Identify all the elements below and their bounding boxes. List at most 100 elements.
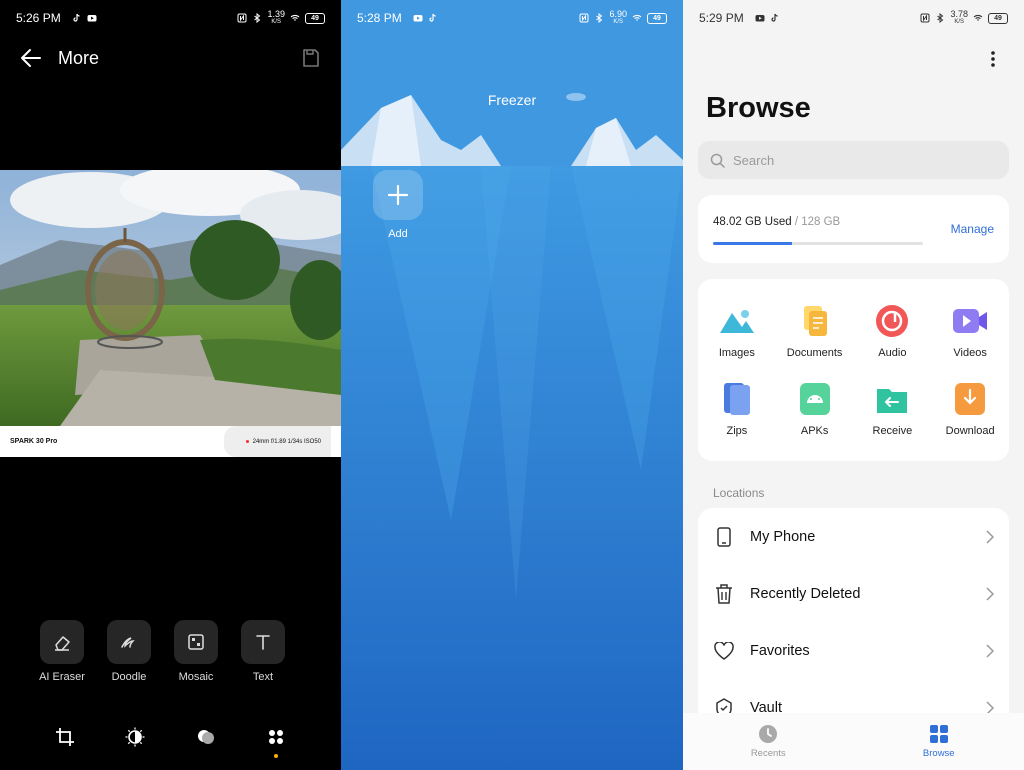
active-tab-dot — [273, 754, 278, 758]
category-audio[interactable]: Audio — [854, 303, 932, 359]
location-favorites[interactable]: Favorites — [698, 622, 1009, 679]
bluetooth-icon — [937, 13, 944, 23]
filter-icon — [197, 730, 214, 744]
chevron-right-icon — [986, 586, 994, 601]
network-speed: 6.90 K/S — [609, 9, 627, 26]
videos-icon — [953, 309, 988, 333]
more-icon — [268, 730, 283, 744]
clock-icon — [759, 725, 778, 743]
freezer-background — [341, 0, 683, 770]
category-images[interactable]: Images — [698, 303, 776, 359]
doodle-icon — [121, 637, 135, 648]
search-icon — [710, 153, 725, 168]
tab-filter[interactable] — [193, 724, 219, 750]
plus-icon — [387, 184, 409, 206]
wifi-icon — [290, 14, 300, 21]
nfc-icon — [920, 13, 930, 23]
page-title: More — [58, 47, 100, 68]
category-videos[interactable]: Videos — [931, 303, 1009, 359]
youtube-icon — [413, 15, 423, 22]
doodle-button[interactable] — [107, 620, 151, 664]
download-icon — [955, 383, 986, 415]
search-bar[interactable] — [698, 141, 1009, 179]
tab-crop[interactable] — [52, 724, 78, 750]
battery-icon: 49 — [988, 12, 1008, 24]
adjust-icon — [125, 727, 145, 747]
tool-mosaic[interactable]: Mosaic — [174, 620, 218, 683]
add-button[interactable] — [373, 170, 423, 220]
text-button[interactable] — [241, 620, 285, 664]
status-time: 5:26 PM — [16, 11, 61, 25]
status-bar: 5:26 PM 1.39 K/S 49 — [0, 0, 341, 36]
manage-link[interactable]: Manage — [951, 222, 994, 236]
wifi-icon — [632, 14, 642, 21]
red-dot-icon — [245, 440, 249, 443]
save-icon[interactable] — [301, 48, 321, 68]
network-speed: 1.39 K/S — [267, 9, 285, 26]
wifi-icon — [973, 14, 983, 21]
files-browse-screen: 5:29 PM 3.78 K/S 49 Browse 48.02 GB Used… — [683, 0, 1024, 770]
tool-text[interactable]: Text — [241, 620, 285, 683]
nav-recents[interactable]: Recents — [683, 713, 854, 770]
watermark-meta: 24mm f/1.89 1/34s ISO50 — [223, 426, 331, 457]
photo-watermark: SPARK 30 Pro 24mm f/1.89 1/34s ISO50 — [0, 426, 341, 457]
overflow-menu-icon[interactable] — [990, 50, 996, 68]
battery-icon: 49 — [647, 12, 667, 24]
edited-photo[interactable] — [0, 170, 341, 426]
bottom-navigation: Recents Browse — [683, 713, 1024, 770]
locations-header: Locations — [713, 486, 765, 500]
tiktok-icon — [73, 13, 80, 22]
tool-label: Doodle — [111, 671, 147, 683]
bluetooth-icon — [596, 13, 603, 23]
tiktok-icon — [429, 13, 436, 22]
tool-doodle[interactable]: Doodle — [107, 620, 151, 683]
location-my-phone[interactable]: My Phone — [698, 508, 1009, 565]
add-app-tile[interactable]: Add — [373, 170, 423, 240]
edit-tools: AI Eraser Doodle Mosaic Text — [39, 620, 285, 683]
tiktok-icon — [771, 13, 778, 22]
editor-header: More — [0, 36, 341, 80]
grid-icon — [929, 725, 948, 743]
freezer-screen: 5:28 PM 6.90 K/S 49 Freezer Add — [341, 0, 683, 770]
category-apks[interactable]: APKs — [776, 381, 854, 437]
category-receive[interactable]: Receive — [854, 381, 932, 437]
tool-ai-eraser[interactable]: AI Eraser — [39, 620, 85, 683]
mosaic-icon — [188, 634, 204, 650]
images-icon — [719, 310, 754, 333]
zips-icon — [723, 383, 750, 415]
page-title: Browse — [706, 92, 811, 124]
storage-card[interactable]: 48.02 GB Used / 128 GB Manage — [698, 195, 1009, 263]
back-arrow-icon[interactable] — [20, 47, 42, 69]
watermark-brand: SPARK 30 Pro — [10, 438, 58, 445]
youtube-icon — [87, 15, 97, 22]
network-speed: 3.78 K/S — [950, 9, 968, 26]
documents-icon — [803, 306, 827, 336]
search-input[interactable] — [733, 152, 973, 168]
mosaic-button[interactable] — [174, 620, 218, 664]
nfc-icon — [579, 13, 589, 23]
nfc-icon — [237, 13, 247, 23]
locations-list: My Phone Recently Deleted Favorites Vaul… — [698, 508, 1009, 748]
category-zips[interactable]: Zips — [698, 381, 776, 437]
receive-icon — [877, 389, 908, 413]
bluetooth-icon — [254, 13, 261, 23]
phone-icon — [717, 526, 731, 547]
add-label: Add — [388, 228, 408, 240]
tool-label: Mosaic — [178, 671, 214, 683]
nav-browse[interactable]: Browse — [854, 713, 1024, 770]
tab-adjust[interactable] — [122, 724, 148, 750]
trash-icon — [716, 583, 732, 604]
tool-label: Text — [252, 671, 274, 683]
storage-usage: 48.02 GB Used / 128 GB — [713, 216, 841, 228]
category-download[interactable]: Download — [931, 381, 1009, 437]
ai-eraser-button[interactable] — [40, 620, 84, 664]
tab-more[interactable] — [263, 724, 289, 758]
categories-card: Images Documents Audio Videos Zips APKs — [698, 279, 1009, 461]
text-icon — [256, 635, 270, 650]
youtube-icon — [755, 15, 765, 22]
status-time: 5:29 PM — [699, 11, 744, 25]
location-recently-deleted[interactable]: Recently Deleted — [698, 565, 1009, 622]
category-documents[interactable]: Documents — [776, 303, 854, 359]
apks-icon — [799, 383, 830, 415]
battery-icon: 49 — [305, 12, 325, 24]
